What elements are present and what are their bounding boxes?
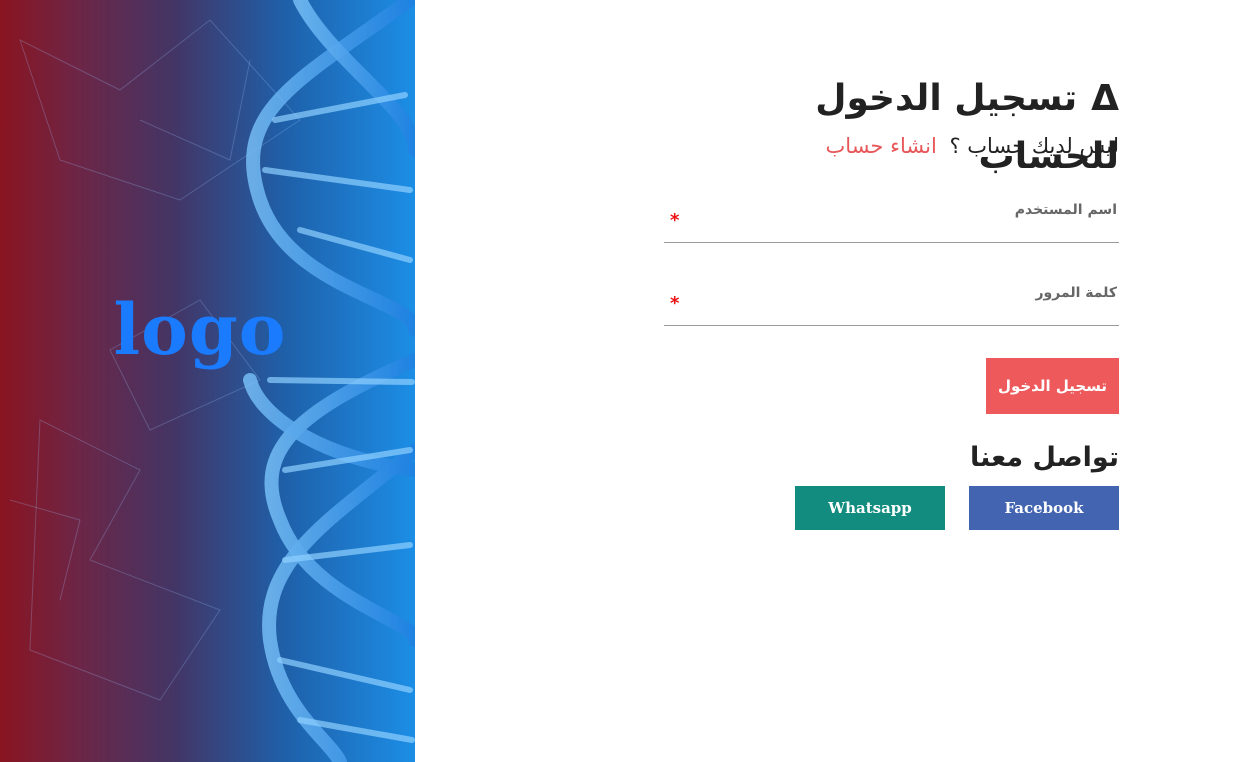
facebook-button[interactable]: Facebook (969, 486, 1119, 530)
social-buttons: Facebook Whatsapp (664, 486, 1119, 530)
delta-icon: Δ (1091, 78, 1119, 119)
create-account-link[interactable]: انشاء حساب (826, 134, 937, 158)
login-button[interactable]: تسجيل الدخول (986, 358, 1119, 414)
contact-title: تواصل معنا (969, 442, 1119, 473)
logo: logo (113, 288, 287, 371)
whatsapp-button[interactable]: Whatsapp (795, 486, 945, 530)
password-field[interactable]: كلمة المرور * (664, 285, 1119, 326)
signup-prompt: ليس لديك حساب ؟ انشاء حساب (664, 130, 1119, 162)
page-title: Δتسجيل الدخول للحساب (664, 70, 1119, 177)
signup-prompt-text: ليس لديك حساب ؟ (949, 134, 1119, 158)
page-title-text: تسجيل الدخول للحساب (815, 78, 1119, 177)
username-field[interactable]: اسم المستخدم * (664, 202, 1119, 243)
dna-background-image (9, 0, 415, 762)
hero-panel: logo (0, 0, 415, 762)
password-input[interactable] (664, 299, 1119, 325)
login-form: Δتسجيل الدخول للحساب ليس لديك حساب ؟ انش… (664, 70, 1119, 530)
username-input[interactable] (664, 216, 1119, 242)
